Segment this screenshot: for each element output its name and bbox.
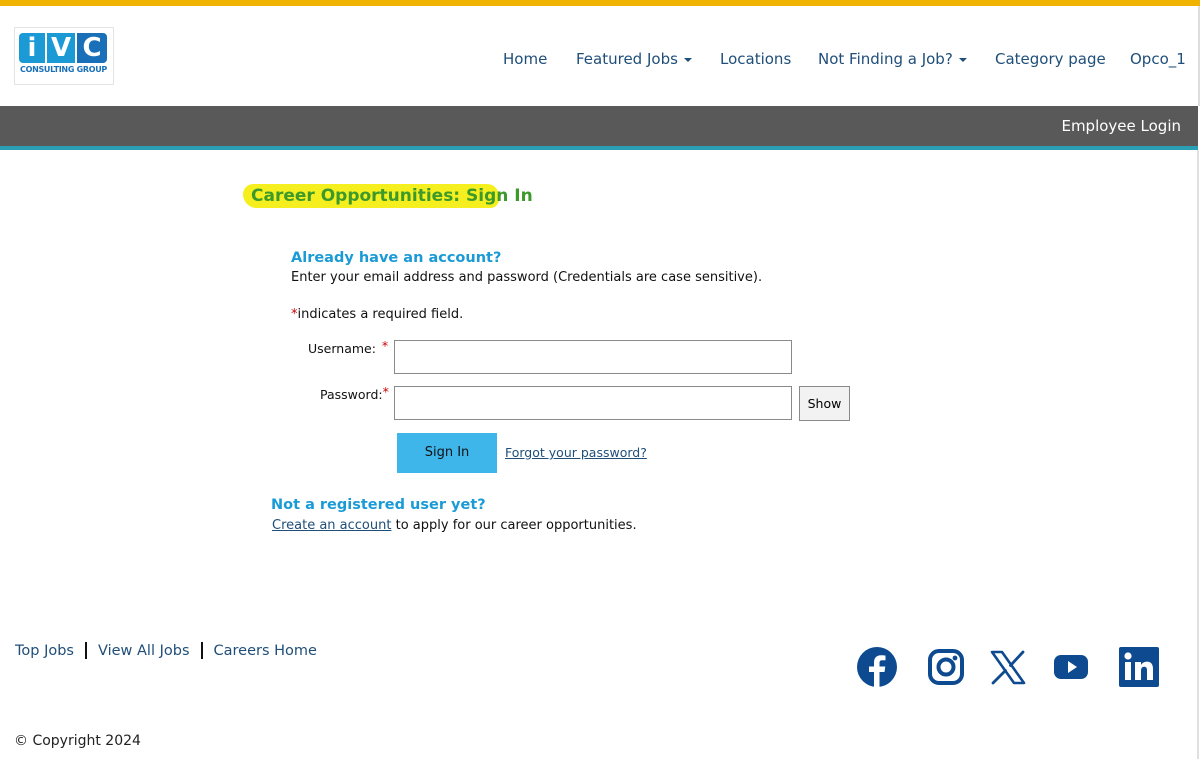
nav-featured-jobs[interactable]: Featured Jobs [576, 50, 692, 70]
instagram-icon[interactable] [925, 646, 967, 688]
username-input[interactable] [394, 340, 792, 374]
password-label-text: Password: [320, 387, 383, 402]
password-label: Password:* [320, 384, 389, 402]
page-title: Career Opportunities: Sign In [251, 186, 533, 206]
register-heading: Not a registered user yet? [271, 497, 486, 513]
footer-link-top-jobs[interactable]: Top Jobs [15, 643, 74, 659]
footer-link-view-all-jobs[interactable]: View All Jobs [98, 643, 190, 659]
site-header: i V C CONSULTING GROUP Home Featured Job… [0, 6, 1200, 106]
x-icon[interactable] [987, 646, 1029, 688]
facebook-icon[interactable] [856, 646, 898, 688]
employee-login-link[interactable]: Employee Login [1061, 117, 1181, 135]
required-note: *indicates a required field. [291, 307, 463, 322]
copyright-text: © Copyright 2024 [14, 733, 141, 749]
footer-links: Top Jobs View All Jobs Careers Home [15, 642, 317, 659]
logo-letter-i: i [19, 33, 45, 63]
account-heading: Already have an account? [291, 250, 502, 266]
youtube-icon[interactable] [1050, 646, 1092, 688]
required-note-text: indicates a required field. [297, 307, 464, 322]
caret-down-icon [683, 57, 692, 62]
show-password-button[interactable]: Show [799, 386, 850, 421]
nav-not-finding-job-label: Not Finding a Job? [818, 50, 953, 68]
password-input[interactable] [394, 386, 792, 420]
forgot-password-link[interactable]: Forgot your password? [505, 445, 647, 460]
logo-subtitle: CONSULTING GROUP [20, 65, 107, 74]
page-title-highlight: Career Opportunities: Sign In [243, 184, 533, 208]
username-required-star: * [381, 338, 389, 353]
nav-not-finding-job[interactable]: Not Finding a Job? [818, 50, 967, 70]
sign-in-button[interactable]: Sign In [397, 433, 497, 473]
username-label: Username: * [308, 338, 389, 356]
nav-opco[interactable]: Opco_1 [1130, 50, 1186, 70]
account-instructions: Enter your email address and password (C… [291, 270, 763, 285]
username-label-text: Username: [308, 341, 376, 356]
nav-home[interactable]: Home [503, 50, 547, 70]
sub-header-bar: Employee Login [0, 106, 1198, 146]
linkedin-icon[interactable] [1118, 646, 1160, 688]
logo-mark: i V C [19, 33, 107, 63]
nav-locations[interactable]: Locations [720, 50, 791, 70]
page-edge [1197, 150, 1199, 759]
footer-link-careers-home[interactable]: Careers Home [214, 643, 317, 659]
footer-separator [84, 642, 87, 659]
logo-letter-c: C [77, 33, 107, 63]
create-account-suffix: to apply for our career opportunities. [391, 518, 637, 533]
create-account-line: Create an account to apply for our caree… [272, 518, 637, 533]
password-required-star: * [382, 384, 389, 399]
logo-letter-v: V [47, 33, 75, 63]
caret-down-icon [958, 57, 967, 62]
header-divider [0, 146, 1198, 150]
nav-featured-jobs-label: Featured Jobs [576, 50, 678, 68]
company-logo[interactable]: i V C CONSULTING GROUP [14, 27, 114, 85]
nav-category-page[interactable]: Category page [995, 50, 1106, 70]
footer-separator [200, 642, 203, 659]
create-account-link[interactable]: Create an account [272, 518, 391, 533]
